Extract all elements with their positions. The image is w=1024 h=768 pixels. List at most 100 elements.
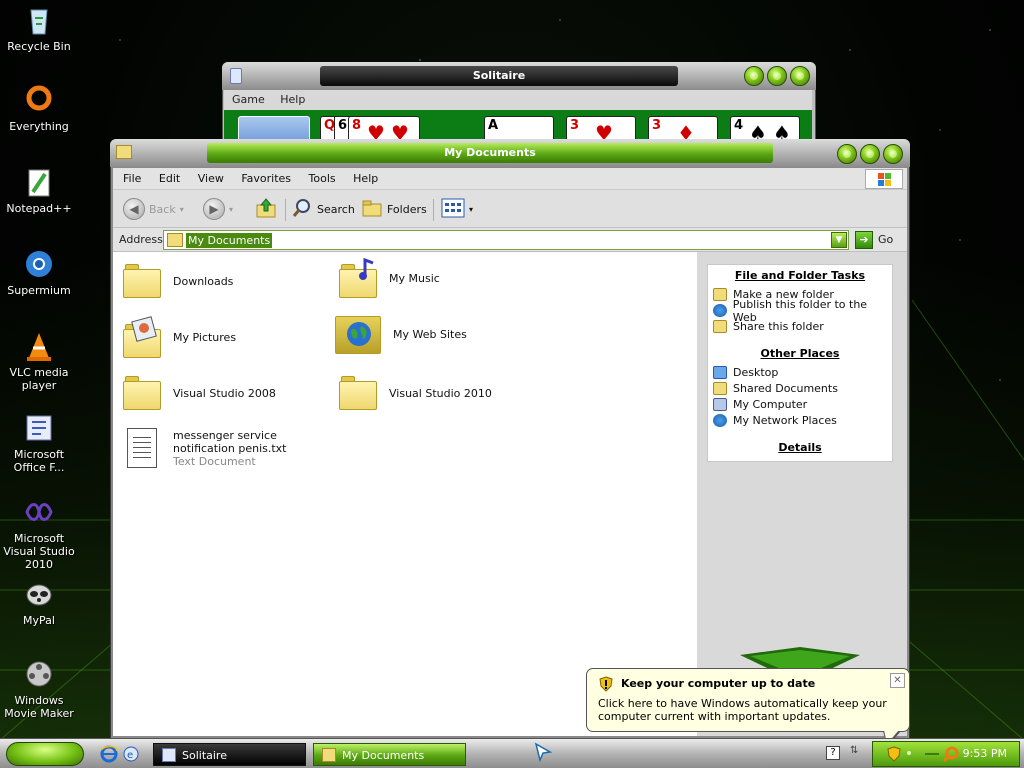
- views-button[interactable]: ▾: [441, 197, 473, 221]
- supermium-icon: [23, 248, 55, 280]
- minimize-button[interactable]: [837, 144, 857, 164]
- close-button[interactable]: [790, 66, 810, 86]
- list-item-visual-studio-2010[interactable]: Visual Studio 2010: [339, 376, 492, 410]
- task-link-publish[interactable]: Publish this folder to the Web: [713, 298, 892, 324]
- search-button[interactable]: Search: [291, 197, 355, 221]
- folder-icon: [167, 233, 183, 247]
- tray-volume-icon[interactable]: [925, 753, 939, 755]
- list-item-my-pictures[interactable]: My Pictures: [123, 316, 236, 358]
- ie-shortcut-icon[interactable]: e: [122, 745, 140, 763]
- back-arrow-icon: ◀: [123, 198, 145, 220]
- help-icon[interactable]: ?: [826, 746, 840, 760]
- maximize-button[interactable]: [860, 144, 880, 164]
- address-bar: Address My Documents ▼ ➔ Go: [113, 228, 907, 252]
- maximize-button[interactable]: [767, 66, 787, 86]
- address-dropdown-icon[interactable]: ▼: [831, 232, 847, 248]
- card-rank: 6: [338, 118, 348, 133]
- balloon-text[interactable]: Click here to have Windows automatically…: [598, 697, 898, 723]
- movie-maker-icon: [23, 658, 55, 690]
- folders-button[interactable]: Folders: [361, 197, 427, 221]
- globe-icon: [713, 304, 727, 317]
- desktop-icon-visual-studio[interactable]: Microsoft Visual Studio 2010: [0, 496, 78, 571]
- folder-icon: [322, 748, 336, 762]
- card-rank: A: [488, 118, 499, 133]
- update-balloon[interactable]: Keep your computer up to date Click here…: [586, 668, 910, 747]
- chevron-down-icon: ▾: [469, 204, 474, 214]
- solitaire-icon: [162, 748, 176, 762]
- menu-help[interactable]: Help: [280, 93, 305, 106]
- solitaire-title-bar[interactable]: Solitaire: [222, 62, 816, 90]
- pictures-folder-icon: [123, 316, 161, 358]
- up-folder-button[interactable]: [255, 197, 277, 221]
- solitaire-app-icon: [230, 68, 242, 84]
- item-label: My Pictures: [173, 330, 237, 344]
- menu-edit[interactable]: Edit: [159, 172, 180, 185]
- menu-view[interactable]: View: [198, 172, 224, 185]
- menu-tools[interactable]: Tools: [309, 172, 336, 185]
- desktop-icon-mypal[interactable]: MyPal: [0, 578, 78, 627]
- shared-folder-icon: [713, 382, 727, 395]
- taskbar-button-my-documents[interactable]: My Documents: [313, 743, 466, 766]
- everything-icon: [23, 84, 55, 116]
- text-file-icon: [127, 428, 157, 468]
- clock[interactable]: 9:53 PM: [963, 747, 1007, 760]
- start-button[interactable]: [6, 742, 84, 766]
- place-link-desktop[interactable]: Desktop: [713, 366, 892, 379]
- file-list: Downloads My Music My Pictures My Web Si…: [113, 252, 697, 736]
- desktop-icon-everything[interactable]: Everything: [0, 84, 78, 133]
- back-button[interactable]: ◀ Back ▾: [123, 197, 184, 221]
- desktop-icon-vlc[interactable]: VLC media player: [0, 330, 78, 392]
- list-item-downloads[interactable]: Downloads: [123, 264, 233, 298]
- go-button[interactable]: Go: [878, 233, 893, 246]
- address-input[interactable]: My Documents ▼: [163, 230, 849, 250]
- search-label: Search: [317, 202, 355, 216]
- music-folder-icon: [339, 258, 377, 298]
- place-link-network[interactable]: My Network Places: [713, 414, 892, 427]
- list-item-text-file[interactable]: messenger service notification penis.txt…: [123, 428, 333, 468]
- list-item-my-music[interactable]: My Music: [339, 258, 440, 298]
- list-item-my-web-sites[interactable]: My Web Sites: [335, 314, 467, 354]
- desktop-icon-notepadpp[interactable]: Notepad++: [0, 166, 78, 215]
- desktop-icon-office[interactable]: Microsoft Office F...: [0, 412, 78, 474]
- place-link-shared-documents[interactable]: Shared Documents: [713, 382, 892, 395]
- desktop-icon-supermium[interactable]: Supermium: [0, 248, 78, 297]
- desktop-icon-movie-maker[interactable]: Windows Movie Maker: [0, 658, 78, 720]
- recycle-bin-icon: [23, 4, 55, 36]
- desktop-icon-label: Everything: [9, 120, 69, 133]
- close-button[interactable]: [883, 144, 903, 164]
- explorer-toolbar: ◀ Back ▾ ▶ ▾ Search Folders ▾: [113, 190, 907, 228]
- details-heading[interactable]: Details: [708, 441, 892, 454]
- desktop-icon: [713, 366, 727, 379]
- forward-arrow-icon: ▶: [203, 198, 225, 220]
- menu-file[interactable]: File: [123, 172, 141, 185]
- security-shield-icon: [598, 676, 614, 692]
- internet-explorer-icon[interactable]: [100, 745, 118, 763]
- menu-help[interactable]: Help: [353, 172, 378, 185]
- taskbar: e Solitaire My Documents ? ⇅ 9:53 PM: [0, 738, 1024, 768]
- minimize-button[interactable]: [744, 66, 764, 86]
- place-link-my-computer[interactable]: My Computer: [713, 398, 892, 411]
- balloon-close-button[interactable]: ✕: [890, 673, 905, 688]
- my-documents-window[interactable]: My Documents File Edit View Favorites To…: [110, 139, 910, 739]
- solitaire-menubar: Game Help: [224, 90, 812, 110]
- place-link-label: My Computer: [733, 398, 808, 411]
- menu-game[interactable]: Game: [232, 93, 265, 106]
- desktop-icon-recycle-bin[interactable]: Recycle Bin: [0, 4, 78, 53]
- menu-favorites[interactable]: Favorites: [241, 172, 291, 185]
- address-label: Address: [119, 233, 163, 246]
- place-link-label: My Network Places: [733, 414, 837, 427]
- back-label: Back: [149, 202, 176, 216]
- forward-button[interactable]: ▶ ▾: [203, 197, 233, 221]
- explorer-title-bar[interactable]: My Documents: [110, 139, 910, 167]
- other-places-heading[interactable]: Other Places: [708, 347, 892, 360]
- network-icon[interactable]: [907, 751, 911, 755]
- folder-up-icon: [255, 197, 277, 222]
- security-shield-icon[interactable]: [887, 746, 901, 765]
- search-tray-icon[interactable]: [942, 746, 959, 765]
- task-label: My Documents: [342, 749, 425, 762]
- file-folder-tasks-heading[interactable]: File and Folder Tasks: [708, 269, 892, 282]
- taskbar-button-solitaire[interactable]: Solitaire: [153, 743, 306, 766]
- list-item-visual-studio-2008[interactable]: Visual Studio 2008: [123, 376, 276, 410]
- tray-expand-icon[interactable]: ⇅: [850, 745, 858, 756]
- go-arrow-icon[interactable]: ➔: [855, 231, 873, 249]
